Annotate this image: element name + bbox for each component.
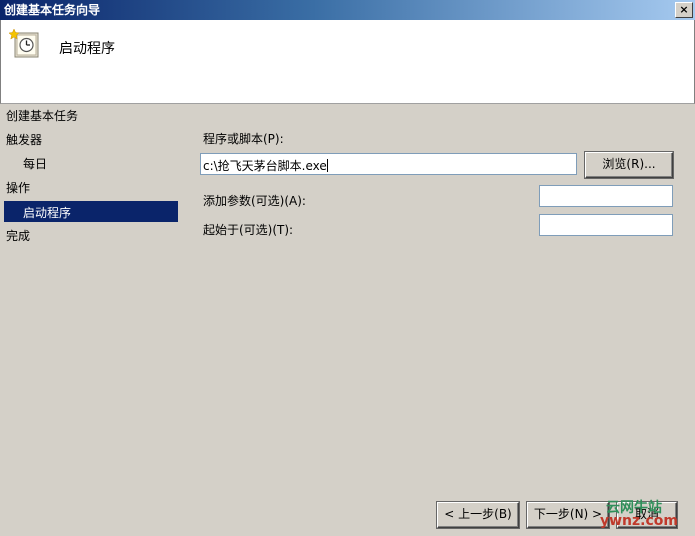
start-in-input[interactable] [539,214,673,236]
program-label: 程序或脚本(P): [203,132,284,146]
close-icon: × [679,3,689,16]
close-button[interactable]: × [675,2,693,18]
nav-item-start-program[interactable]: 启动程序 [4,201,178,222]
window-title: 创建基本任务向导 [4,3,101,17]
title-bar: 创建基本任务向导 × [0,0,695,20]
browse-button[interactable]: 浏览(R)... [585,152,673,178]
nav-item-label: 启动程序 [23,206,72,220]
nav-item-finish[interactable]: 完成 [6,227,30,244]
back-button[interactable]: < 上一步(B) [437,502,519,528]
args-input[interactable] [539,185,673,207]
next-button[interactable]: 下一步(N) > [527,502,609,528]
watermark-line2: ywnz.com [600,513,678,529]
program-input[interactable]: c:\抢飞天茅台脚本.exe [200,153,577,175]
start-in-label: 起始于(可选)(T): [203,223,294,237]
nav-item-action[interactable]: 操作 [6,179,30,196]
wizard-body: 创建基本任务 触发器 每日 操作 启动程序 完成 程序或脚本(P): c:\抢飞… [0,104,695,536]
site-watermark: 云网牛站 ywnz.com [600,497,690,531]
scheduled-task-clock-icon [9,28,39,58]
nav-item-daily[interactable]: 每日 [23,155,47,172]
args-label: 添加参数(可选)(A): [203,194,306,208]
page-title: 启动程序 [59,41,115,57]
text-cursor [326,159,328,172]
nav-item-trigger[interactable]: 触发器 [6,131,42,148]
program-input-value: c:\抢飞天茅台脚本.exe [203,159,327,173]
nav-section-title: 创建基本任务 [6,109,79,123]
wizard-header: 启动程序 [0,20,695,104]
